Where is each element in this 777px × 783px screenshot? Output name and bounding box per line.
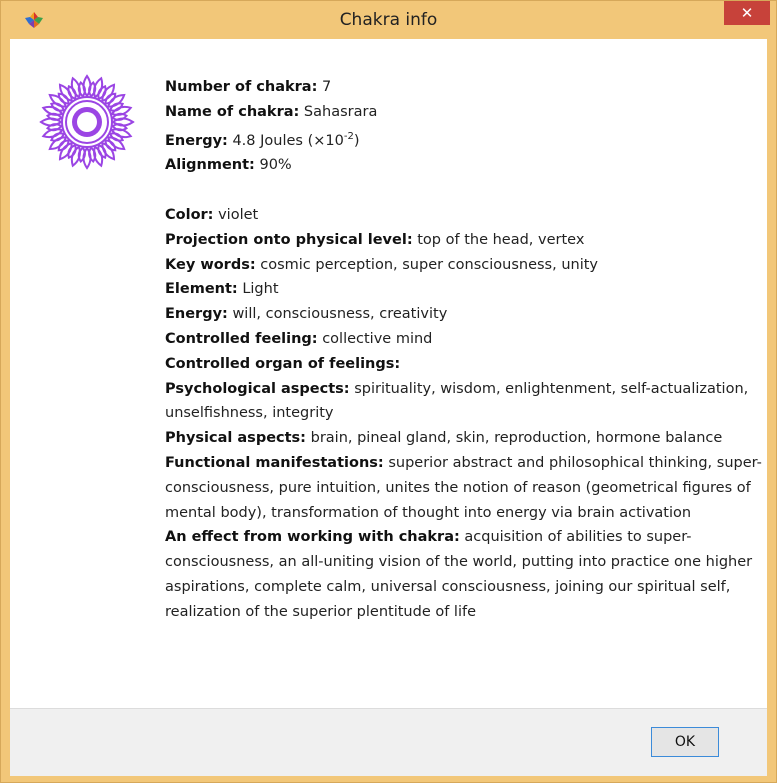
functional-row: Functional manifestations: superior abst…: [165, 451, 765, 525]
energy-value: 4.8 Joules (×10: [232, 132, 344, 149]
energy-details-value: will, consciousness, creativity: [232, 306, 448, 323]
color-value: violet: [218, 207, 259, 224]
energy-close: ): [353, 132, 360, 149]
number-value: 7: [322, 79, 332, 95]
feeling-label: Controlled feeling:: [165, 331, 318, 347]
feeling-value: collective mind: [322, 331, 433, 347]
projection-row: Projection onto physical level: top of t…: [165, 228, 765, 253]
functional-label: Functional manifestations:: [165, 454, 384, 471]
number-label: Number of chakra:: [165, 79, 318, 95]
alignment-row: Alignment: 90%: [165, 153, 765, 178]
window-title: Chakra info: [339, 10, 438, 30]
feeling-row: Controlled feeling: collective mind: [165, 327, 765, 352]
chakra-info-dialog: Chakra info ✕ Number of chakra: 7 Name o…: [0, 0, 777, 783]
ok-button[interactable]: OK: [651, 727, 719, 757]
organ-label: Controlled organ of feelings:: [165, 355, 401, 372]
alignment-value: 90%: [259, 157, 292, 174]
organ-row: Controlled organ of feelings:: [165, 352, 765, 377]
energy-row: Energy: 4.8 Joules (×10-2): [165, 125, 765, 154]
color-label: Color:: [165, 207, 214, 224]
keywords-value: cosmic perception, super consciousness, …: [260, 256, 598, 273]
close-button[interactable]: ✕: [724, 1, 770, 25]
physical-row: Physical aspects: brain, pineal gland, s…: [165, 426, 765, 451]
name-value: Sahasrara: [303, 103, 378, 120]
name-label: Name of chakra:: [165, 103, 300, 120]
energy-exponent: -2: [343, 130, 354, 142]
projection-label: Projection onto physical level:: [165, 231, 413, 248]
close-icon: ✕: [740, 4, 754, 22]
keywords-row: Key words: cosmic perception, super cons…: [165, 253, 765, 278]
button-bar: OK: [10, 708, 767, 776]
physical-label: Physical aspects:: [165, 430, 306, 447]
element-value: Light: [242, 281, 279, 298]
psych-label: Psychological aspects:: [165, 380, 350, 397]
projection-value: top of the head, vertex: [417, 231, 585, 248]
element-label: Element:: [165, 281, 238, 298]
psych-row: Psychological aspects: spirituality, wis…: [165, 377, 765, 427]
chakra-info-text: Number of chakra: 7 Name of chakra: Saha…: [165, 75, 765, 625]
alignment-label: Alignment:: [165, 157, 255, 174]
effect-label: An effect from working with chakra:: [165, 529, 460, 546]
energy-details-row: Energy: will, consciousness, creativity: [165, 302, 765, 327]
energy-details-label: Energy:: [165, 306, 228, 323]
color-row: Color: violet: [165, 203, 765, 228]
name-row: Name of chakra: Sahasrara: [165, 100, 765, 125]
sahasrara-lotus-icon: [39, 74, 135, 170]
physical-value: brain, pineal gland, skin, reproduction,…: [310, 430, 723, 447]
effect-row: An effect from working with chakra: acqu…: [165, 525, 765, 624]
title-bar[interactable]: Chakra info ✕: [1, 1, 776, 39]
dialog-body: Number of chakra: 7 Name of chakra: Saha…: [10, 39, 767, 776]
element-row: Element: Light: [165, 277, 765, 302]
number-row: Number of chakra: 7: [165, 75, 765, 100]
keywords-label: Key words:: [165, 256, 256, 273]
energy-label: Energy:: [165, 132, 228, 149]
